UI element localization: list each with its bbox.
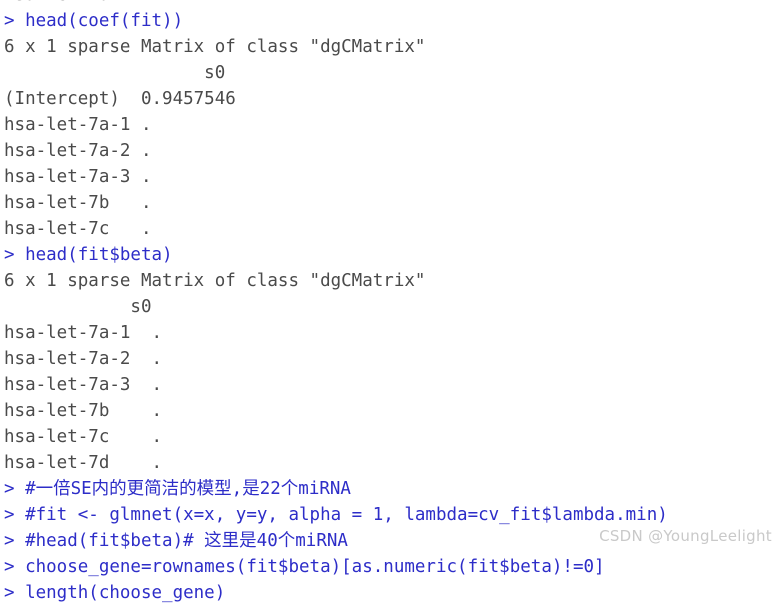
console-line-output: hsa-let-7a-2 . xyxy=(4,349,163,369)
console-line-command[interactable]: > head(coef(fit)) xyxy=(0,8,780,34)
console-line-command[interactable]: > #fit <- glmnet(x=x, y=y, alpha = 1, la… xyxy=(0,502,780,528)
console-line-output: hsa-let-7c . xyxy=(4,427,163,447)
console-line-output: 6 x 1 sparse Matrix of class "dgCMatrix" xyxy=(4,37,426,57)
console-line-output: hsa-let-7a-3 . xyxy=(4,375,163,395)
console-line-output: s0 xyxy=(4,297,152,317)
console-line-command[interactable]: > head(fit$beta) xyxy=(0,242,780,268)
watermark-label: CSDN @YoungLeelight xyxy=(599,527,772,545)
console-line-output: hsa-let-7c . xyxy=(4,219,152,239)
r-console: hsa-let-7d . > head(coef(fit)) 6 x 1 spa… xyxy=(0,0,780,603)
console-line-output: hsa-let-7a-1 . xyxy=(4,323,163,343)
console-line-output: hsa-let-7a-3 . xyxy=(4,167,152,187)
console-line-output: s0 xyxy=(4,63,226,83)
console-line-output: hsa-let-7a-2 . xyxy=(4,141,152,161)
console-line-command[interactable]: > #一倍SE内的更简洁的模型,是22个miRNA xyxy=(0,476,780,502)
console-line-command[interactable]: > choose_gene=rownames(fit$beta)[as.nume… xyxy=(0,554,780,580)
console-line-command[interactable]: > length(choose_gene) xyxy=(0,580,780,606)
console-line-text: hsa-let-7d . xyxy=(4,0,173,8)
console-line-output: hsa-let-7a-1 . xyxy=(4,115,152,135)
console-line-clipped: hsa-let-7d . xyxy=(0,0,780,8)
console-line-output: hsa-let-7b . xyxy=(4,193,152,213)
console-line-output: hsa-let-7d . xyxy=(4,453,163,473)
console-line-output: (Intercept) 0.9457546 xyxy=(4,89,236,109)
console-line-output: hsa-let-7b . xyxy=(4,401,163,421)
console-line-output: 6 x 1 sparse Matrix of class "dgCMatrix" xyxy=(4,271,426,291)
